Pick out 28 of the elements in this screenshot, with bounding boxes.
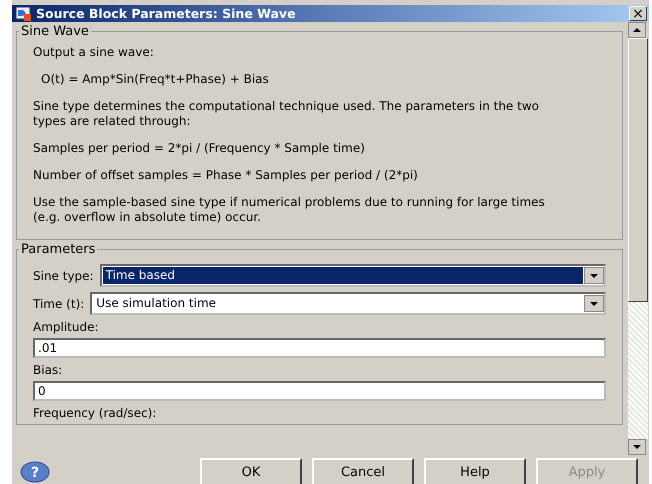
scroll-thumb[interactable] xyxy=(628,38,648,302)
input-field[interactable]: .01 xyxy=(33,338,606,358)
field-label: Time (t): xyxy=(33,296,84,310)
dropdown-field[interactable]: Time based xyxy=(100,264,606,287)
description-text: Use the sample-based sine type if numerical problems due to running for large times (e.g. overflow in absolute time) occur. xyxy=(33,195,546,225)
field-label: Sine type: xyxy=(33,268,94,282)
scroll-up-icon[interactable] xyxy=(628,22,646,38)
group-title: Sine Wave xyxy=(20,24,90,39)
description-text: Sine type determines the computational technique used. The parameters in the two types are related through: xyxy=(33,99,540,129)
field-label: Amplitude: xyxy=(33,320,100,334)
field-label: Frequency (rad/sec): xyxy=(33,406,158,420)
description-text: Number of offset samples = Phase * Samples per period / (2*pi) xyxy=(33,168,419,183)
dialog-button[interactable]: Help xyxy=(424,458,526,484)
description-text: Samples per period = 2*pi / (Frequency * Sample time) xyxy=(33,141,366,156)
group-title: Parameters xyxy=(20,242,96,257)
close-button[interactable]: × xyxy=(629,6,647,21)
field-label: Bias: xyxy=(33,363,64,377)
window-title: Source Block Parameters: Sine Wave xyxy=(36,6,297,21)
description-text: Output a sine wave: xyxy=(33,45,155,60)
input-field[interactable]: 0 xyxy=(33,381,606,401)
block-icon xyxy=(16,6,32,20)
description-text: O(t) = Amp*Sin(Freq*t+Phase) + Bias xyxy=(40,72,270,87)
scroll-down-icon[interactable] xyxy=(628,439,646,455)
dialog-button[interactable]: Cancel xyxy=(312,458,414,484)
help-icon[interactable]: ? xyxy=(20,461,50,483)
dialog-button[interactable]: OK xyxy=(200,458,302,484)
dropdown-field[interactable]: Use simulation time xyxy=(90,292,606,315)
vertical-scrollbar[interactable] xyxy=(628,22,648,455)
